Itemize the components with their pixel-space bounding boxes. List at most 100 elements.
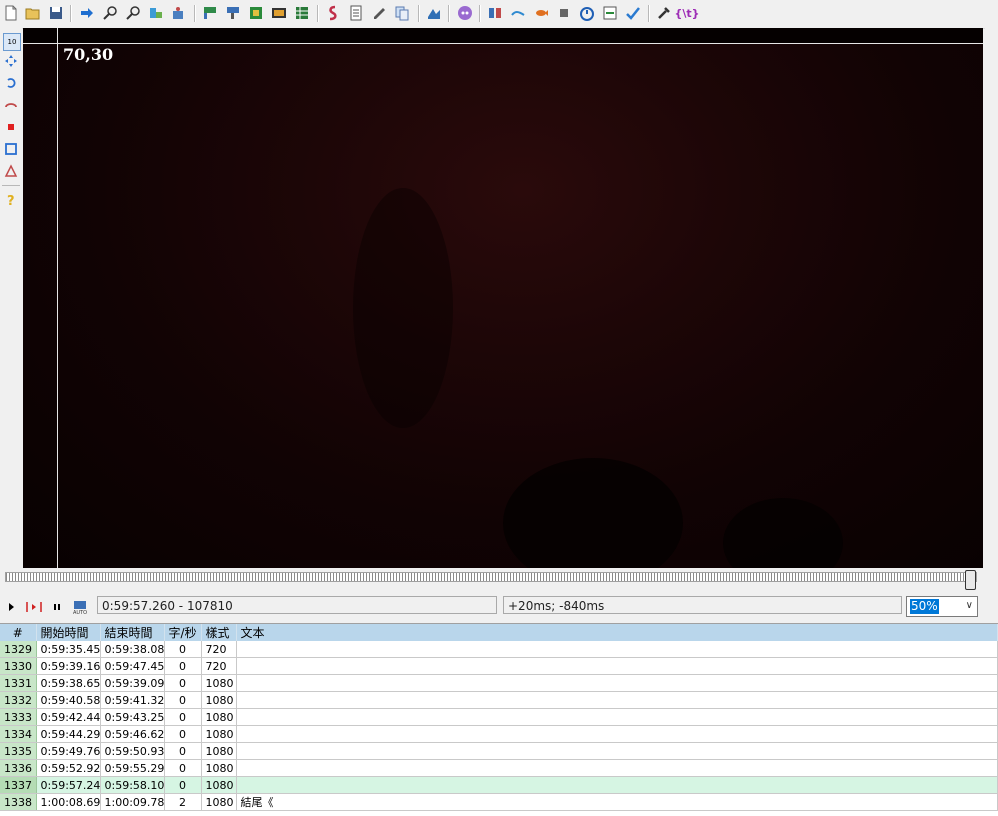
seekbar-thumb[interactable] [965, 570, 976, 590]
row-text [236, 708, 998, 726]
mascot-icon[interactable] [456, 4, 474, 22]
clip-tool-icon[interactable] [3, 141, 19, 157]
chevron-down-icon[interactable]: ∨ [966, 600, 973, 611]
row-text: 結尾《 [236, 793, 998, 811]
row-number: 1334 [0, 725, 37, 743]
row-style: 1080 [201, 793, 237, 811]
snap-icon[interactable] [509, 4, 527, 22]
play-icon[interactable] [2, 598, 20, 616]
row-style: 720 [201, 641, 237, 658]
row-start-time: 1:00:08.69 [36, 793, 101, 811]
table-row[interactable]: 1329 0:59:35.45 0:59:38.08 0 720 [0, 641, 998, 658]
new-file-icon[interactable] [2, 4, 20, 22]
table-row-active[interactable]: 1337 0:59:57.24 0:59:58.10 0 1080 [0, 776, 998, 794]
autoscroll-icon[interactable]: AUTO [71, 598, 89, 616]
column-header-number[interactable]: # [0, 624, 37, 641]
translation-assistant-icon[interactable] [347, 4, 365, 22]
stop-icon[interactable] [555, 4, 573, 22]
row-end-time: 0:59:46.62 [100, 725, 165, 743]
table-row[interactable]: 1336 0:59:52.92 0:59:55.29 0 1080 [0, 759, 998, 777]
attachments-icon[interactable] [169, 4, 187, 22]
vector-clip-icon[interactable] [3, 163, 19, 179]
svg-text:?: ? [7, 194, 15, 207]
row-text [236, 674, 998, 692]
column-header-start[interactable]: 開始時間 [36, 624, 101, 641]
fish-icon[interactable] [532, 4, 550, 22]
audio-panel-edge [985, 28, 998, 618]
table-row[interactable]: 1332 0:59:40.58 0:59:41.32 0 1080 [0, 691, 998, 709]
timing-postprocessor-icon[interactable] [425, 4, 443, 22]
pause-icon[interactable] [48, 598, 66, 616]
jump-video-icon[interactable] [486, 4, 504, 22]
zoom-value: 50% [910, 599, 939, 614]
row-style: 1080 [201, 674, 237, 692]
table-row[interactable]: 1331 0:59:38.65 0:59:39.09 0 1080 [0, 674, 998, 692]
table-row[interactable]: 1334 0:59:44.29 0:59:46.62 0 1080 [0, 725, 998, 743]
open-folder-icon[interactable] [24, 4, 42, 22]
play-line-icon[interactable] [25, 598, 43, 616]
row-text [236, 657, 998, 675]
zoom-in-icon[interactable] [101, 4, 119, 22]
standard-tool-button[interactable]: 10 [3, 33, 21, 51]
row-end-time: 0:59:38.08 [100, 641, 165, 658]
style-manager-icon[interactable] [147, 4, 165, 22]
row-start-time: 0:59:39.16 [36, 657, 101, 675]
video-details-icon[interactable] [270, 4, 288, 22]
row-cps: 0 [164, 776, 202, 794]
column-header-style[interactable]: 樣式 [201, 624, 237, 641]
row-cps: 0 [164, 742, 202, 760]
row-cps: 0 [164, 641, 202, 658]
zoom-dropdown[interactable]: 50% ∨ [906, 596, 978, 617]
seekbar-track[interactable] [5, 572, 977, 582]
rotate-xy-icon[interactable] [3, 97, 19, 113]
row-text [236, 759, 998, 777]
font-collector-icon[interactable] [224, 4, 242, 22]
video-display[interactable]: 70,30 [23, 28, 983, 568]
row-end-time: 0:59:50.93 [100, 742, 165, 760]
row-start-time: 0:59:35.45 [36, 641, 101, 658]
clock-icon[interactable] [578, 4, 596, 22]
table-row[interactable]: 1333 0:59:42.44 0:59:43.25 0 1080 [0, 708, 998, 726]
kanji-timer-icon[interactable] [393, 4, 411, 22]
shift-times-icon[interactable] [601, 4, 619, 22]
table-row[interactable]: 1330 0:59:39.16 0:59:47.45 0 720 [0, 657, 998, 675]
row-style: 1080 [201, 691, 237, 709]
row-number: 1329 [0, 641, 37, 658]
override-tags-button[interactable]: {\t} [675, 4, 700, 22]
spellcheck-icon[interactable] [624, 4, 642, 22]
tools-icon[interactable] [655, 4, 673, 22]
row-number: 1335 [0, 742, 37, 760]
scale-tool-icon[interactable] [3, 119, 19, 135]
row-end-time: 1:00:09.78 [100, 793, 165, 811]
zoom-out-icon[interactable] [124, 4, 142, 22]
save-icon[interactable] [47, 4, 65, 22]
row-number: 1332 [0, 691, 37, 709]
table-row[interactable]: 1335 0:59:49.76 0:59:50.93 0 1080 [0, 742, 998, 760]
spreadsheet-icon[interactable] [293, 4, 311, 22]
automation-icon[interactable] [324, 4, 342, 22]
subtitle-grid: # 開始時間 結束時間 字/秒 樣式 文本 1329 0:59:35.45 0:… [0, 623, 998, 816]
main-toolbar: {\t} [0, 0, 998, 29]
row-end-time: 0:59:55.29 [100, 759, 165, 777]
column-header-cps[interactable]: 字/秒 [164, 624, 202, 641]
jump-arrow-icon[interactable] [78, 4, 96, 22]
resample-icon[interactable] [247, 4, 265, 22]
styling-assistant-icon[interactable] [370, 4, 388, 22]
row-start-time: 0:59:42.44 [36, 708, 101, 726]
row-style: 1080 [201, 742, 237, 760]
help-icon[interactable]: ? [3, 192, 19, 208]
row-cps: 0 [164, 674, 202, 692]
row-text [236, 691, 998, 709]
rotate-z-icon[interactable] [3, 75, 19, 91]
row-style: 1080 [201, 725, 237, 743]
table-row[interactable]: 1338 1:00:08.69 1:00:09.78 2 1080 結尾《 [0, 793, 998, 811]
properties-icon[interactable] [201, 4, 219, 22]
visual-tools-strip: 10 ? [0, 28, 22, 593]
video-seekbar[interactable] [5, 570, 980, 590]
column-header-end[interactable]: 結束時間 [100, 624, 165, 641]
drag-tool-icon[interactable] [3, 53, 19, 69]
crosshair-vertical [57, 28, 58, 568]
column-header-text[interactable]: 文本 [236, 624, 998, 641]
row-end-time: 0:59:39.09 [100, 674, 165, 692]
row-end-time: 0:59:47.45 [100, 657, 165, 675]
